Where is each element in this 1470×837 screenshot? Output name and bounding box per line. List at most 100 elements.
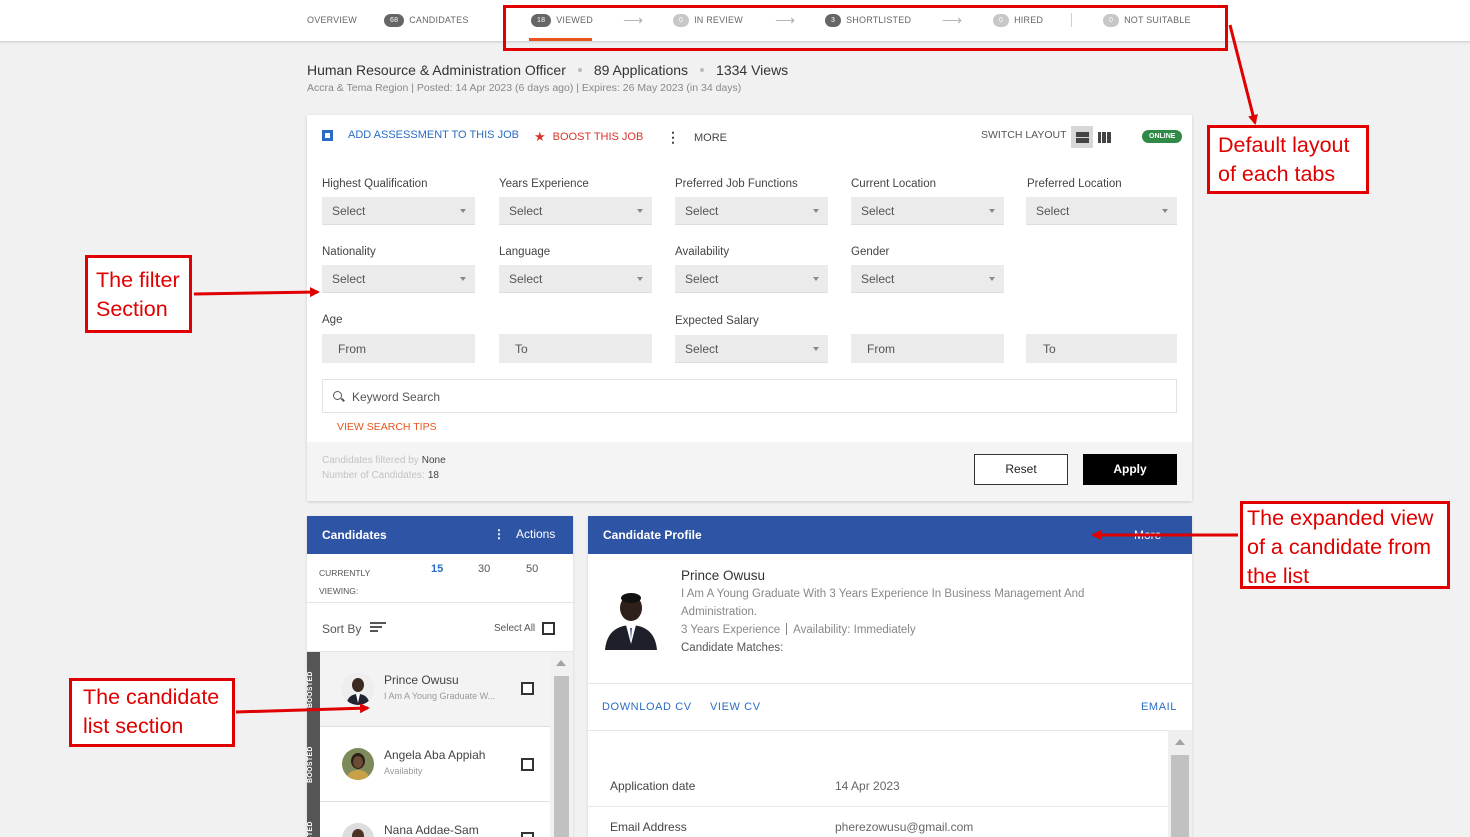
age-from-input[interactable]: From [322,334,475,363]
nationality-select[interactable]: Select [322,265,475,293]
avatar [342,823,374,837]
actions-menu[interactable]: ⋮ Actions [493,527,555,541]
caret-down-icon [989,277,995,281]
page-size-50[interactable]: 50 [526,563,538,575]
select-value: Select [685,204,719,218]
list-item[interactable]: BOOSTED Nana Addae-Sam [307,802,550,837]
rows-layout-icon [1075,131,1089,143]
candidate-checkbox[interactable] [521,832,534,837]
annotation-candidate-list: The candidate list section [69,678,235,747]
view-cv-link[interactable]: VIEW CV [710,701,761,713]
page-size-30[interactable]: 30 [478,563,490,575]
age-label: Age [322,314,343,326]
candidate-profile-panel: Candidate Profile More Prince Owusu I Am… [588,516,1192,837]
more-button[interactable]: More [1134,528,1161,542]
view-search-tips-link[interactable]: VIEW SEARCH TIPS [337,421,437,433]
boosted-badge: BOOSTED [307,727,320,802]
expected-salary-currency-select[interactable]: Select [675,335,828,363]
candidate-name: Angela Aba Appiah [384,748,486,762]
email-link[interactable]: EMAIL [1141,701,1177,713]
profile-header: Candidate Profile More [588,516,1192,554]
job-header: Human Resource & Administration Officer … [307,62,788,78]
profile-photo [602,588,660,650]
page-size-15[interactable]: 15 [431,563,443,575]
columns-layout-button[interactable] [1093,126,1115,148]
years-experience-label: Years Experience [499,178,589,190]
caret-down-icon [460,209,466,213]
job-title: Human Resource & Administration Officer [307,62,566,78]
keyword-search-input[interactable]: Keyword Search [322,379,1177,413]
search-icon [333,391,342,400]
scroll-up-icon[interactable] [556,660,566,666]
tab-candidates[interactable]: 68 CANDIDATES [384,13,469,27]
candidate-checkbox[interactable] [521,758,534,771]
availability-text: Availability: Immediately [793,624,916,636]
select-all-label: Select All [494,623,536,634]
availability-select[interactable]: Select [675,265,828,293]
list-item[interactable]: BOOSTED Prince Owusu I Am A Young Gradua… [307,652,550,727]
add-assessment-link[interactable]: ADD ASSESSMENT TO THIS JOB [322,129,519,141]
kebab-icon: ⋮ [666,129,680,145]
select-value: Select [861,272,895,286]
preferred-job-functions-select[interactable]: Select [675,197,828,225]
avatar [342,673,374,705]
tabs-highlight-box [503,5,1228,51]
apply-button[interactable]: Apply [1083,454,1177,485]
details-table: Application date 14 Apr 2023 Email Addre… [588,730,1168,837]
online-badge: ONLINE [1142,130,1183,143]
views-count: 1334 Views [716,62,789,78]
language-select[interactable]: Select [499,265,652,293]
scroll-up-icon[interactable] [1175,739,1185,745]
more-menu[interactable]: ⋮ MORE [666,129,727,146]
details-scrollbar[interactable] [1168,730,1192,837]
gender-select[interactable]: Select [851,265,1004,293]
age-to-input[interactable]: To [499,334,652,363]
list-item[interactable]: BOOSTED Angela Aba Appiah Availabity [307,727,550,802]
download-cv-link[interactable]: DOWNLOAD CV [602,701,692,713]
caret-down-icon [989,209,995,213]
list-scrollbar[interactable] [550,652,573,837]
profile-summary: I Am A Young Graduate With 3 Years Exper… [681,588,1085,618]
select-all-checkbox[interactable] [542,622,555,635]
boosted-badge: BOOSTED [307,652,320,727]
tab-overview[interactable]: OVERVIEW [307,13,357,27]
candidate-checkbox[interactable] [521,682,534,695]
language-label: Language [499,246,551,258]
salary-to-input[interactable]: To [1026,334,1177,363]
reset-button[interactable]: Reset [974,454,1068,485]
boost-job-link[interactable]: ★ BOOST THIS JOB [534,129,643,145]
avatar [342,748,374,780]
caret-down-icon [637,209,643,213]
number-value: 18 [427,470,439,481]
gender-label: Gender [851,246,890,258]
highest-qualification-select[interactable]: Select [322,197,475,225]
select-value: Select [861,204,895,218]
currently-viewing-label: CURRENTLY VIEWING: [319,568,371,596]
profile-actions: DOWNLOAD CV VIEW CV EMAIL [588,683,1192,731]
scrollbar-thumb[interactable] [554,676,569,837]
years-experience-select[interactable]: Select [499,197,652,225]
caret-down-icon [460,277,466,281]
expected-salary-label: Expected Salary [675,315,759,327]
sort-icon[interactable] [370,622,386,632]
select-value: Select [685,272,719,286]
preferred-location-label: Preferred Location [1027,178,1122,190]
boost-job-label: BOOST THIS JOB [552,131,644,143]
filtered-by-text: Candidates filtered by None [322,455,446,466]
preferred-location-select[interactable]: Select [1026,197,1177,225]
profile-name: Prince Owusu [681,568,766,583]
candidate-matches: Candidate Matches: [681,642,784,654]
number-of-candidates-text: Number of Candidates: 18 [322,470,439,481]
sort-by-label[interactable]: Sort By [322,622,361,636]
current-location-select[interactable]: Select [851,197,1004,225]
salary-from-input[interactable]: From [851,334,1004,363]
nationality-label: Nationality [322,246,376,258]
job-meta: Accra & Tema Region | Posted: 14 Apr 202… [307,82,742,94]
current-location-label: Current Location [851,178,937,190]
rows-layout-button[interactable] [1071,126,1093,148]
select-value: Select [1036,204,1070,218]
filter-footer: Candidates filtered by None Number of Can… [307,442,1192,501]
availability-label: Availability [675,246,730,258]
caret-down-icon [1162,209,1168,213]
scrollbar-thumb[interactable] [1171,755,1189,837]
